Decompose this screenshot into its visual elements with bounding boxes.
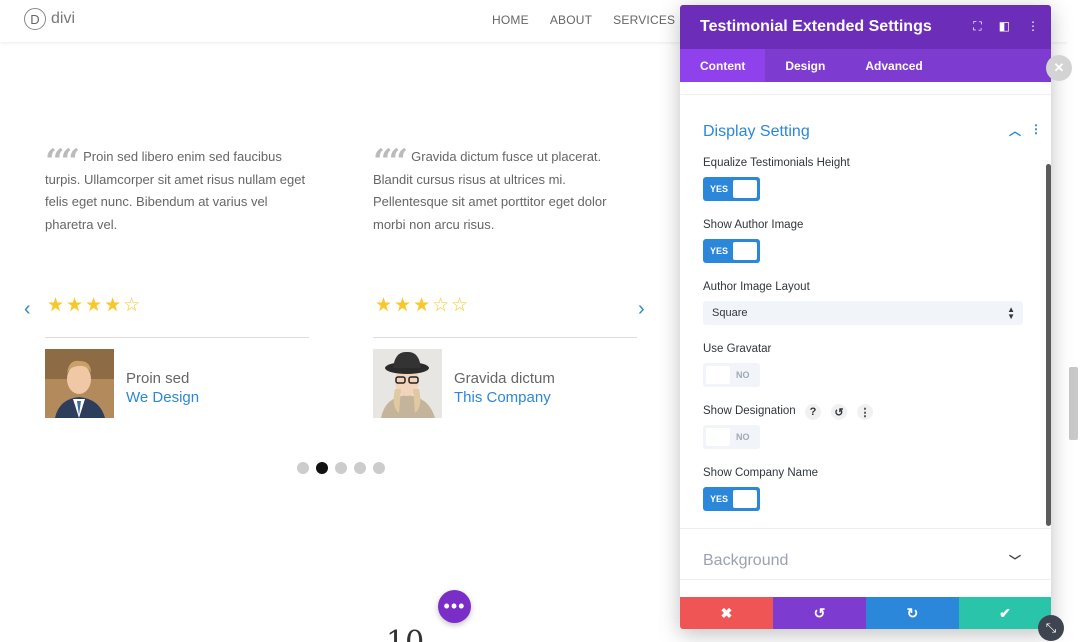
card-divider: [373, 337, 637, 338]
section-divider: [680, 94, 1051, 95]
author-name: Gravida dictum: [454, 370, 555, 387]
more-icon[interactable]: ⋮: [1027, 19, 1039, 34]
rating-stars: ★★★★☆: [47, 295, 143, 316]
settings-modal: Testimonial Extended Settings ⛶ ◧ ⋮ Cont…: [680, 5, 1051, 629]
reset-icon[interactable]: ↺: [831, 404, 847, 420]
toggle-knob: [733, 242, 757, 260]
tab-design[interactable]: Design: [765, 49, 845, 82]
author-avatar: [45, 349, 114, 418]
select-caret-icon: ▲ ▼: [1007, 305, 1015, 321]
field-label: Use Gravatar: [703, 343, 772, 355]
field-label: Equalize Testimonials Height: [703, 157, 850, 169]
add-module-button[interactable]: •••: [438, 590, 471, 623]
modal-title: Testimonial Extended Settings: [700, 18, 932, 35]
page: D divi HOME ABOUT SERVICES P ‹ › ““Proin…: [0, 0, 1080, 642]
tab-advanced[interactable]: Advanced: [845, 49, 942, 82]
author-image-layout-select[interactable]: Square ▲ ▼: [703, 301, 1023, 325]
modal-header[interactable]: Testimonial Extended Settings ⛶ ◧ ⋮: [680, 5, 1051, 49]
field-label: Author Image Layout: [703, 281, 810, 293]
toggle-knob: [733, 490, 757, 508]
author-company-link[interactable]: This Company: [454, 389, 551, 406]
testimonial-card: ““ Proin sed libero enim sed faucibus tur…: [45, 142, 310, 418]
more-icon[interactable]: ⋮: [857, 404, 873, 420]
section-title[interactable]: Display Setting: [703, 123, 810, 141]
columns-icon[interactable]: ◧: [999, 19, 1010, 34]
toggle-state: NO: [736, 432, 750, 442]
select-value: Square: [712, 307, 748, 319]
background-section-title[interactable]: Background: [703, 552, 788, 570]
show-author-image-toggle[interactable]: YES: [703, 239, 760, 263]
partial-heading-text: 10: [386, 628, 424, 642]
toggle-knob: [733, 180, 757, 198]
resize-icon[interactable]: ⤡: [1038, 615, 1064, 641]
expand-icon[interactable]: ⛶: [973, 19, 981, 34]
toggle-state: YES: [710, 184, 729, 194]
help-icon[interactable]: ?: [805, 404, 821, 420]
modal-actions: ✖ ↺ ↻ ✔: [680, 597, 1051, 629]
section-divider: [680, 528, 1051, 529]
pagination-dot[interactable]: [297, 462, 309, 474]
redo-icon: ↻: [906, 604, 919, 621]
toggle-state: YES: [710, 494, 729, 504]
testimonial-text: Gravida dictum fusce ut placerat. Blandi…: [373, 149, 607, 232]
equalize-height-toggle[interactable]: YES: [703, 177, 760, 201]
toggle-knob: [706, 366, 730, 384]
toggle-state: NO: [736, 370, 750, 380]
quote-icon: ““: [373, 142, 408, 182]
redo-button[interactable]: ↻: [866, 597, 959, 629]
rating-stars: ★★★☆☆: [375, 295, 471, 316]
pagination-dot[interactable]: [373, 462, 385, 474]
section-more-icon[interactable]: ⋮: [1030, 122, 1042, 136]
testimonial-card: ““ Gravida dictum fusce ut placerat. Blan…: [373, 142, 638, 418]
nav-services[interactable]: SERVICES: [613, 13, 675, 27]
slider-prev-arrow-icon[interactable]: ‹: [24, 298, 31, 321]
tab-content[interactable]: Content: [680, 49, 766, 82]
author-name: Proin sed: [126, 370, 190, 387]
undo-button[interactable]: ↺: [773, 597, 866, 629]
show-company-name-toggle[interactable]: YES: [703, 487, 760, 511]
pagination-dot[interactable]: [354, 462, 366, 474]
toggle-state: YES: [710, 246, 729, 256]
nav-about[interactable]: ABOUT: [550, 13, 592, 27]
save-button[interactable]: ✔: [959, 597, 1051, 629]
field-label: Show Author Image: [703, 219, 804, 231]
author-company-link[interactable]: We Design: [126, 389, 199, 406]
field-label: Show Designation: [703, 405, 796, 417]
modal-tabs: Content Design Advanced: [680, 49, 1051, 82]
testimonial-quote: ““ Proin sed libero enim sed faucibus tur…: [45, 142, 310, 236]
slider-next-arrow-icon[interactable]: ›: [638, 298, 645, 321]
logo[interactable]: D divi: [24, 8, 75, 30]
page-scrollbar-thumb[interactable]: [1069, 367, 1078, 440]
cancel-button[interactable]: ✖: [680, 597, 773, 629]
use-gravatar-toggle[interactable]: NO: [703, 363, 760, 387]
logo-mark: D: [24, 8, 46, 30]
quote-icon: ““: [45, 142, 80, 182]
slider-pagination: [297, 462, 385, 474]
field-actions: ? ↺ ⋮: [805, 404, 873, 420]
field-label: Show Company Name: [703, 467, 819, 479]
close-panel-icon[interactable]: ✕: [1046, 55, 1072, 81]
check-icon: ✔: [999, 604, 1011, 621]
testimonial-quote: ““ Gravida dictum fusce ut placerat. Blan…: [373, 142, 638, 236]
card-divider: [45, 337, 309, 338]
pagination-dot-active[interactable]: [316, 462, 328, 474]
testimonial-text: Proin sed libero enim sed faucibus turpi…: [45, 149, 306, 232]
chevron-up-icon[interactable]: ︿: [1009, 122, 1021, 139]
section-divider: [680, 579, 1051, 580]
undo-icon: ↺: [813, 604, 826, 621]
settings-content: Display Setting ︿ ⋮ Equalize Testimonial…: [680, 82, 1051, 597]
show-designation-toggle[interactable]: NO: [703, 425, 760, 449]
logo-text: divi: [51, 10, 76, 27]
chevron-down-icon[interactable]: ﹀: [1009, 552, 1021, 569]
pagination-dot[interactable]: [335, 462, 347, 474]
close-icon: ✖: [720, 604, 733, 621]
panel-scrollbar[interactable]: [1046, 164, 1051, 526]
page-scrollbar-track[interactable]: [1067, 42, 1080, 642]
toggle-knob: [706, 428, 730, 446]
author-avatar: [373, 349, 442, 418]
nav-home[interactable]: HOME: [492, 13, 529, 27]
header-actions: ⛶ ◧ ⋮: [973, 19, 1039, 34]
